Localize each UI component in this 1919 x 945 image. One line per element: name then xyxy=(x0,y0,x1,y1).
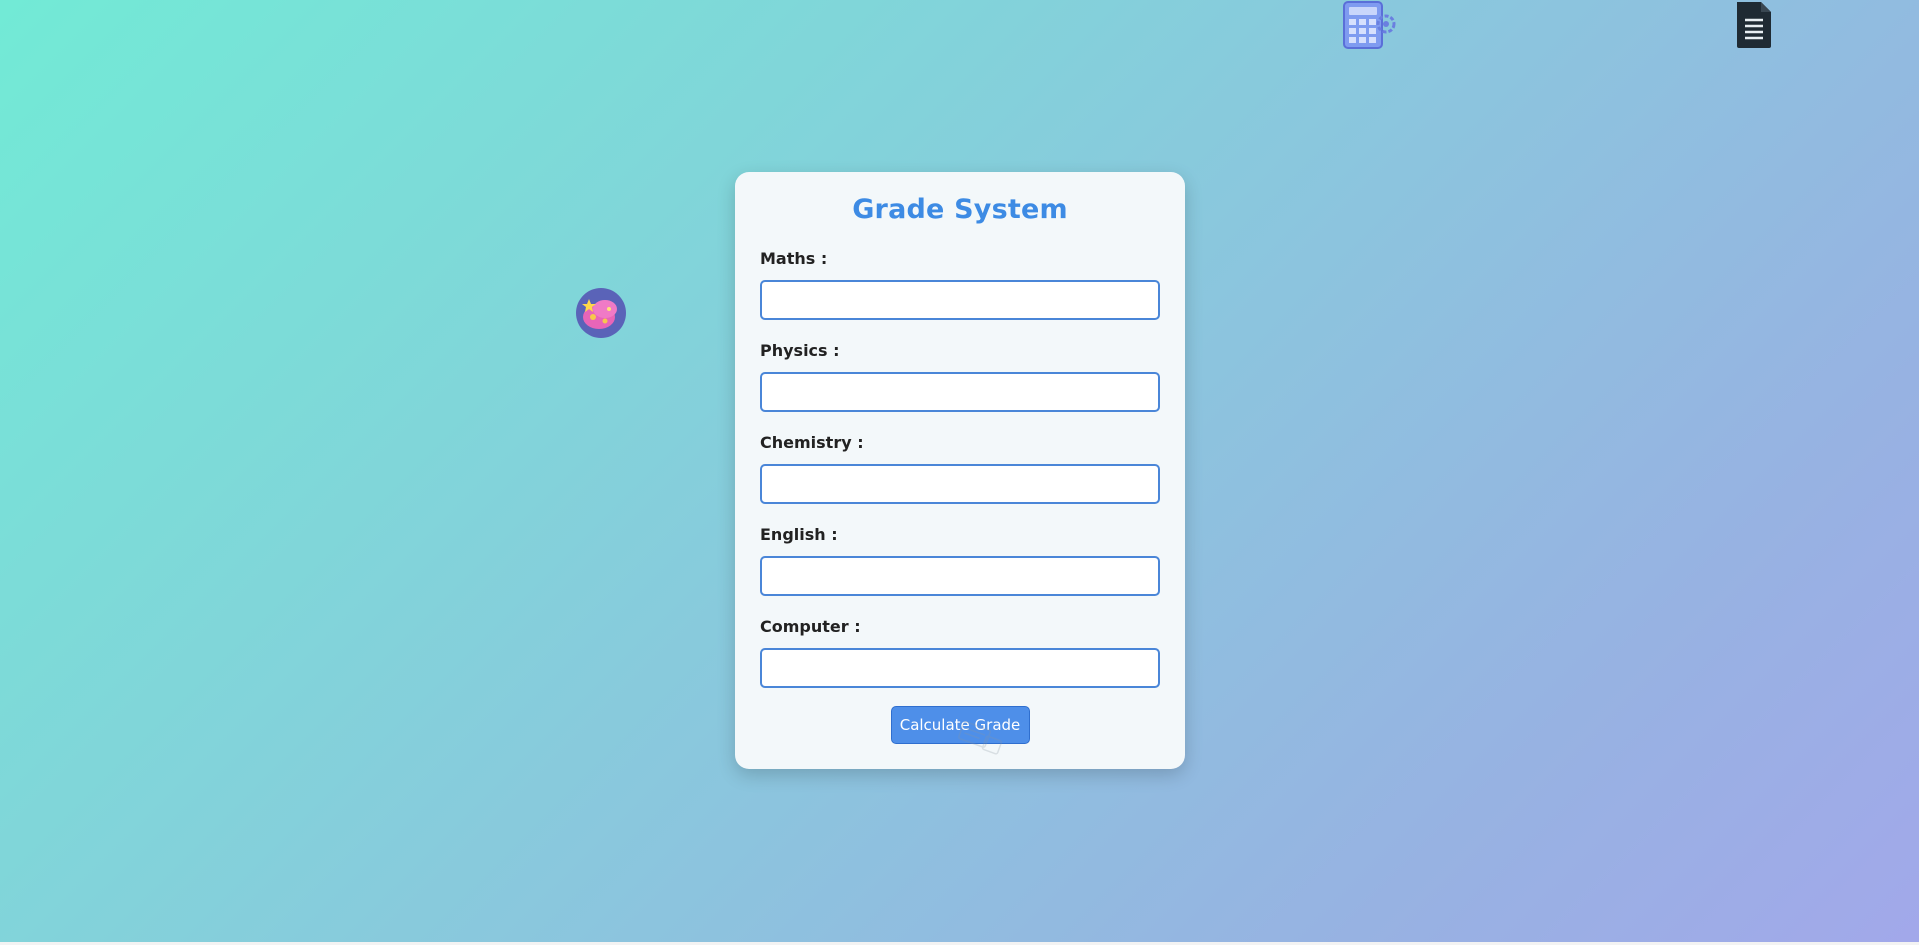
physics-input[interactable] xyxy=(760,372,1160,412)
english-input[interactable] xyxy=(760,556,1160,596)
maths-input[interactable] xyxy=(760,280,1160,320)
document-icon xyxy=(1733,0,1775,50)
page-title: Grade System xyxy=(852,194,1068,225)
watermark-icon xyxy=(953,720,1009,760)
calculator-icon xyxy=(1342,0,1396,50)
computer-field-group: Computer : xyxy=(760,618,1160,688)
chemistry-field-group: Chemistry : xyxy=(760,434,1160,504)
english-field-group: English : xyxy=(760,526,1160,596)
maths-label: Maths : xyxy=(760,249,828,268)
sticker-ball-icon xyxy=(575,287,627,339)
grade-form-card: Grade System Maths : Physics : Chemistry… xyxy=(735,172,1185,769)
computer-label: Computer : xyxy=(760,617,861,636)
maths-field-group: Maths : xyxy=(760,250,1160,320)
physics-field-group: Physics : xyxy=(760,342,1160,412)
computer-input[interactable] xyxy=(760,648,1160,688)
chemistry-input[interactable] xyxy=(760,464,1160,504)
physics-label: Physics : xyxy=(760,341,840,360)
chemistry-label: Chemistry : xyxy=(760,433,864,452)
english-label: English : xyxy=(760,525,838,544)
